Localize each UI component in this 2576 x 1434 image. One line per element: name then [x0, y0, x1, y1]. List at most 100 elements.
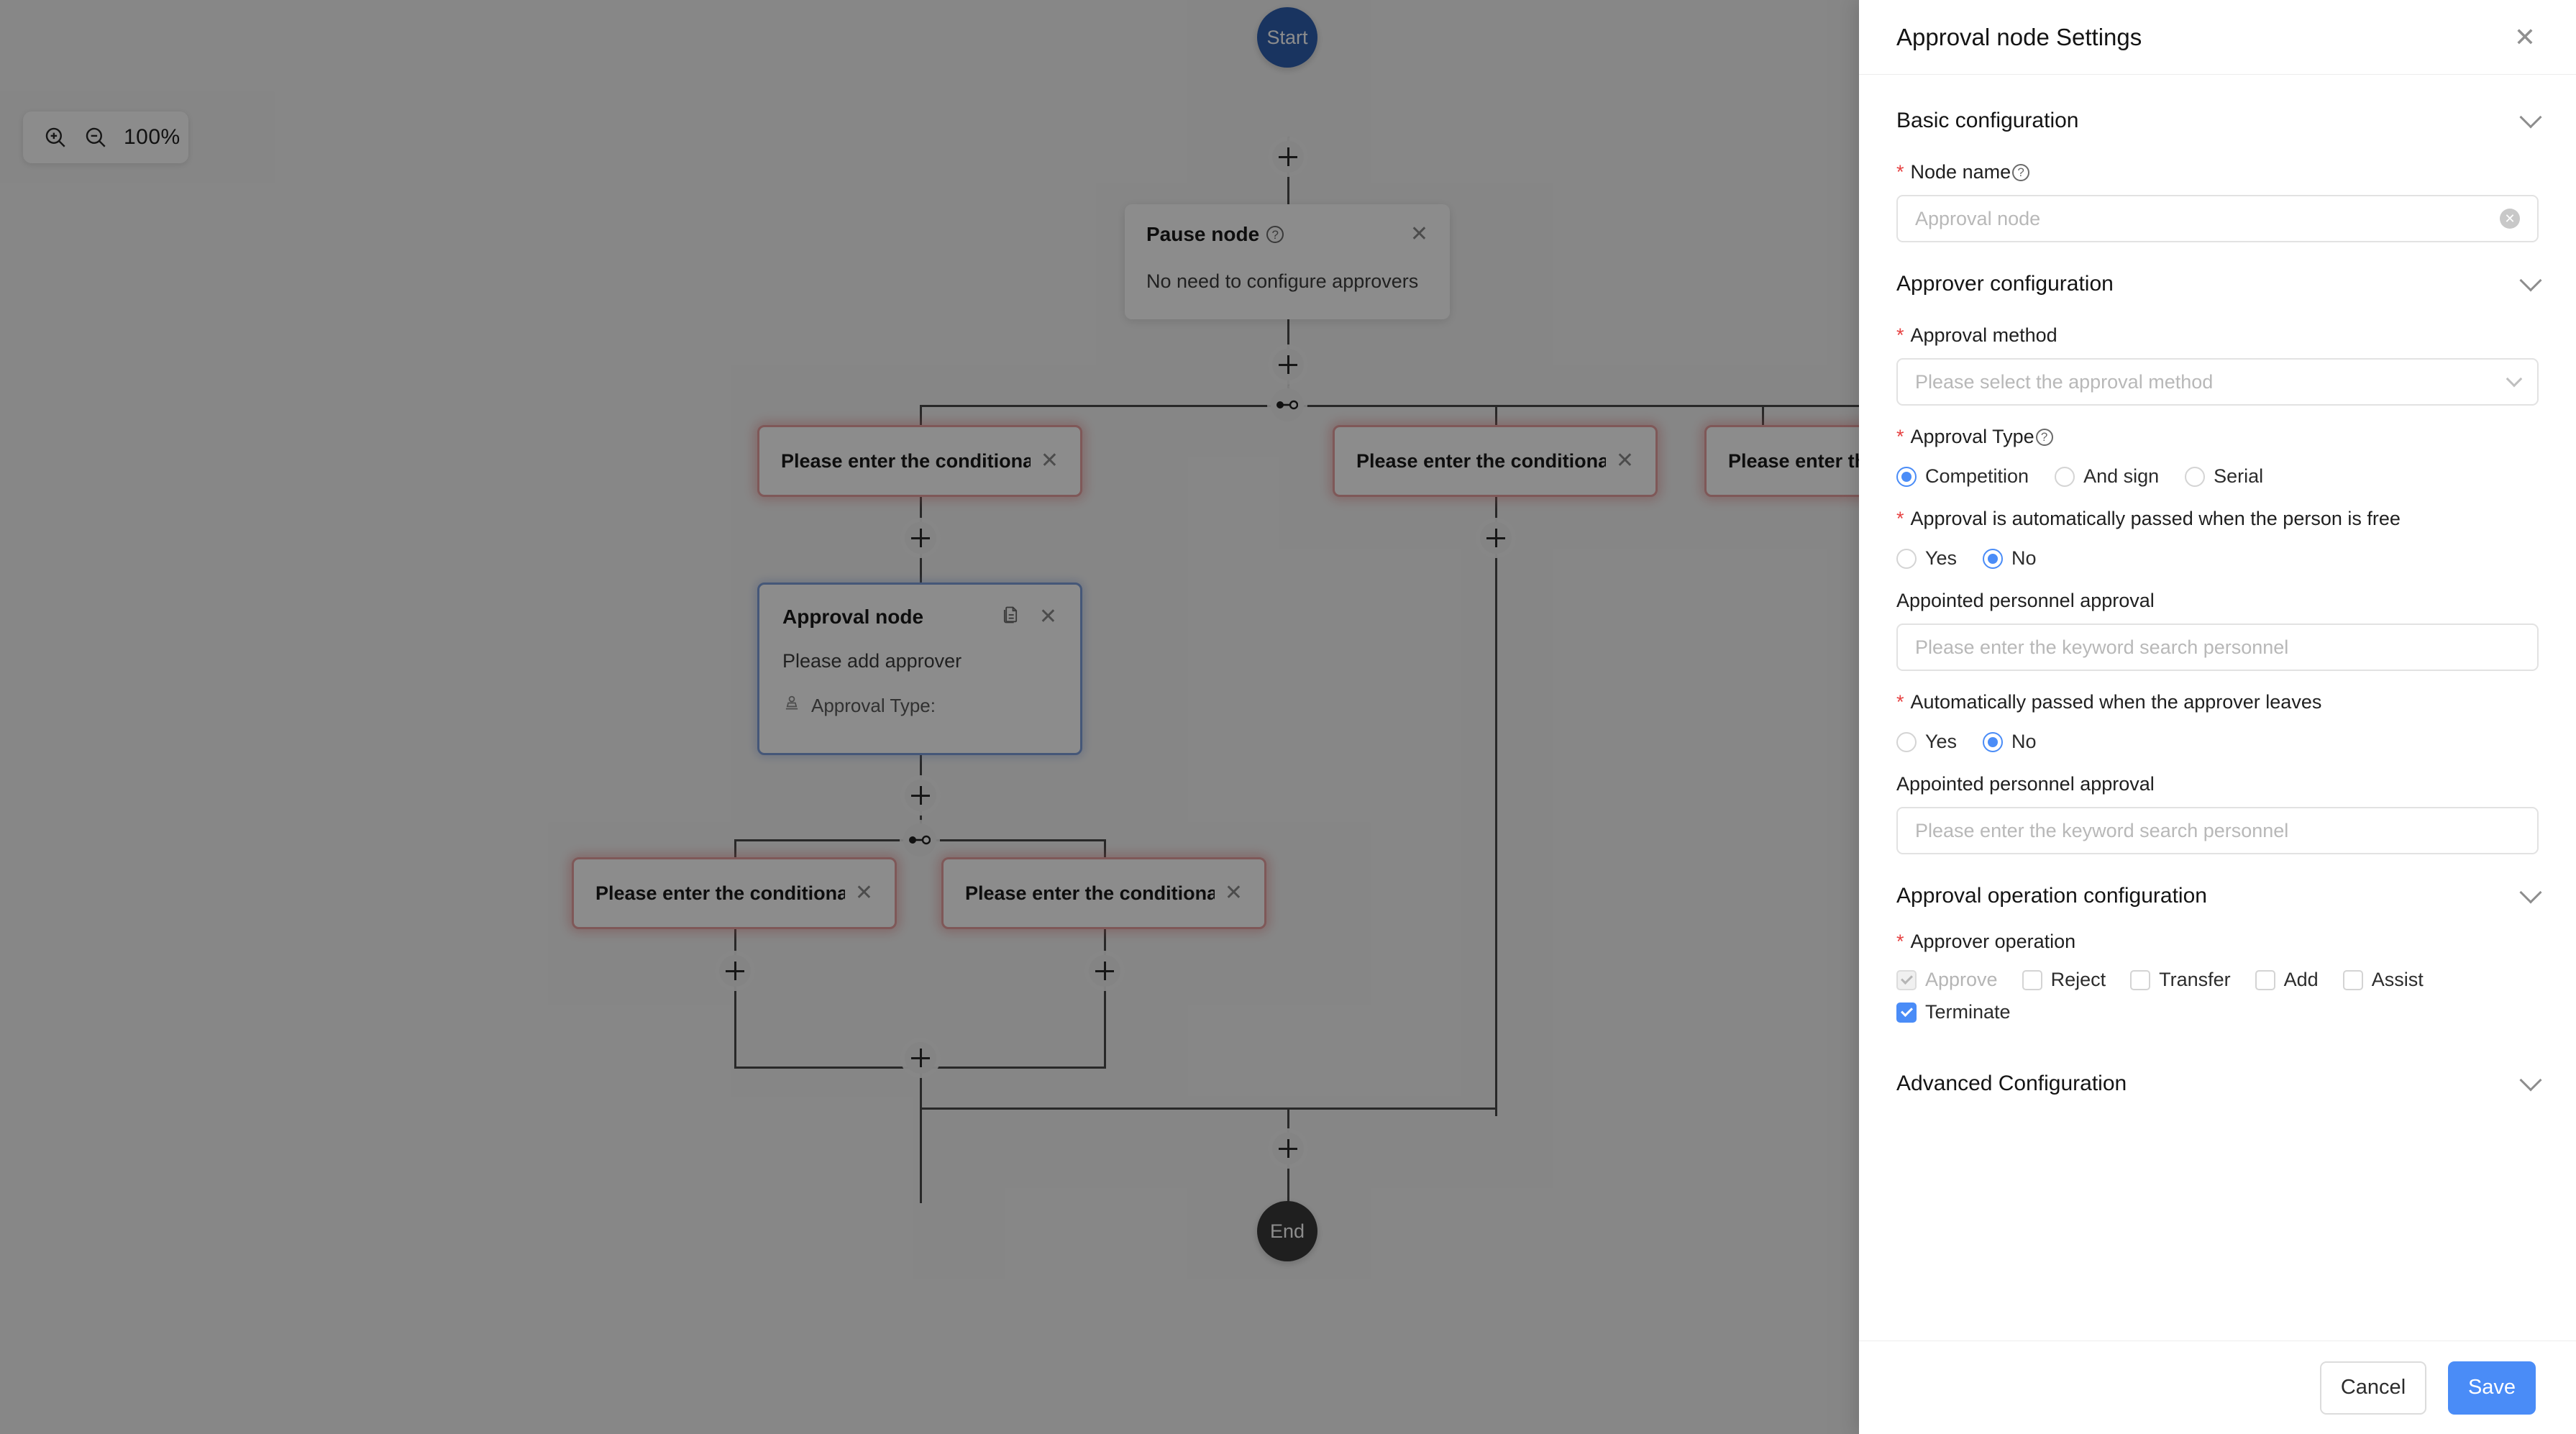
branch-connector-icon[interactable]: [1271, 388, 1304, 421]
checkbox-option-add[interactable]: Add: [2255, 969, 2319, 991]
auto-pass-free-radio-group[interactable]: Yes No: [1896, 547, 2539, 570]
add-node-button[interactable]: [905, 1042, 936, 1074]
panel-header: Approval node Settings ✕: [1859, 0, 2576, 75]
clear-icon[interactable]: ✕: [2500, 209, 2520, 229]
conditional-node-card[interactable]: Please enter the conditional ... ✕: [757, 425, 1082, 497]
zoom-control[interactable]: 100%: [23, 111, 188, 163]
chevron-down-icon[interactable]: [2519, 1069, 2542, 1092]
conditional-node-card[interactable]: Please enter the conditional ... ✕: [1333, 425, 1658, 497]
radio-indicator[interactable]: [2055, 466, 2075, 487]
radio-indicator[interactable]: [1983, 731, 2004, 752]
close-icon[interactable]: ✕: [1039, 606, 1057, 628]
required-marker: *: [1896, 324, 1904, 346]
approval-node-card[interactable]: Approval node ✕ Please add approver Appr…: [757, 583, 1082, 755]
close-icon[interactable]: ✕: [1225, 882, 1243, 904]
radio-indicator[interactable]: [1983, 548, 2004, 569]
approval-type-radio-group[interactable]: Competition And sign Serial: [1896, 465, 2539, 488]
radio-indicator[interactable]: [1896, 548, 1917, 569]
copy-icon[interactable]: [1000, 605, 1020, 629]
checkbox-option-assist[interactable]: Assist: [2342, 969, 2424, 991]
radio-label: Yes: [1925, 731, 1958, 752]
checkbox-label: Add: [2283, 969, 2319, 990]
approval-node-type-label: Approval Type:: [811, 695, 936, 716]
add-node-button[interactable]: [905, 780, 936, 811]
question-mark-icon[interactable]: ?: [1266, 226, 1284, 243]
add-node-button[interactable]: [1272, 349, 1304, 380]
section-title: Approval operation configuration: [1896, 884, 2207, 908]
close-icon[interactable]: ✕: [855, 882, 873, 904]
add-node-button[interactable]: [1272, 1133, 1304, 1164]
section-title: Approver configuration: [1896, 272, 2114, 296]
approver-operation-checkbox-group[interactable]: Approve Reject Transfer Add Assist Termi…: [1896, 969, 2539, 1033]
radio-indicator[interactable]: [1896, 731, 1917, 752]
end-node[interactable]: End: [1257, 1201, 1317, 1261]
approval-method-label: * Approval method: [1896, 324, 2539, 347]
save-button[interactable]: Save: [2448, 1361, 2536, 1415]
radio-option-yes[interactable]: Yes: [1896, 547, 1957, 570]
radio-option-competition[interactable]: Competition: [1896, 465, 2029, 488]
checkbox-option-terminate[interactable]: Terminate: [1896, 1001, 2514, 1023]
question-mark-icon[interactable]: ?: [2035, 428, 2053, 446]
chevron-down-icon[interactable]: [2519, 269, 2542, 292]
checkbox-indicator[interactable]: [2255, 969, 2275, 990]
chevron-down-icon[interactable]: [2519, 881, 2542, 904]
zoom-in-icon[interactable]: [43, 125, 68, 150]
close-icon[interactable]: ✕: [2514, 24, 2536, 50]
close-icon[interactable]: ✕: [1616, 450, 1634, 472]
checkbox-indicator[interactable]: [2342, 969, 2363, 990]
field-label-text: Approval Type: [1910, 426, 2034, 447]
radio-indicator[interactable]: [2185, 466, 2206, 487]
cancel-button[interactable]: Cancel: [2320, 1361, 2426, 1415]
radio-option-and-sign[interactable]: And sign: [2055, 465, 2159, 488]
auto-pass-leave-radio-group[interactable]: Yes No: [1896, 731, 2539, 753]
checkbox-indicator[interactable]: [1896, 1002, 1917, 1023]
add-node-button[interactable]: [1089, 955, 1120, 987]
appointed-personnel-input-1[interactable]: Please enter the keyword search personne…: [1896, 624, 2539, 671]
checkbox-indicator[interactable]: [2022, 969, 2042, 990]
chevron-down-icon[interactable]: [2506, 370, 2523, 388]
approval-node-settings-panel[interactable]: Approval node Settings ✕ Basic configura…: [1859, 0, 2576, 1434]
required-marker: *: [1896, 931, 1904, 952]
radio-indicator[interactable]: [1896, 466, 1917, 487]
required-marker: *: [1896, 161, 1904, 183]
radio-option-no[interactable]: No: [1983, 731, 2037, 753]
required-marker: *: [1896, 691, 1904, 713]
chevron-down-icon[interactable]: [2519, 106, 2542, 129]
radio-option-serial[interactable]: Serial: [2185, 465, 2263, 488]
workflow-canvas[interactable]: 100% Start Pause node ? ✕ No need to con…: [0, 0, 1859, 1434]
conditional-node-card[interactable]: Please enter the conditional ... ✕: [572, 857, 897, 929]
appointed-personnel-input-2[interactable]: Please enter the keyword search personne…: [1896, 807, 2539, 854]
conditional-node-card[interactable]: Please enter the ... ✕: [1704, 425, 1859, 497]
add-node-button[interactable]: [1480, 522, 1512, 554]
checkbox-label: Approve: [1925, 969, 1998, 990]
add-node-button[interactable]: [719, 955, 751, 987]
approval-method-select[interactable]: Please select the approval method: [1896, 358, 2539, 406]
section-approval-operation-configuration[interactable]: Approval operation configuration: [1896, 876, 2542, 916]
checkbox-indicator[interactable]: [2130, 969, 2151, 990]
radio-label: No: [2011, 731, 2037, 752]
checkbox-option-approve: Approve: [1896, 969, 1998, 991]
checkbox-option-reject[interactable]: Reject: [2022, 969, 2106, 991]
section-advanced-configuration[interactable]: Advanced Configuration: [1896, 1064, 2542, 1104]
section-approver-configuration[interactable]: Approver configuration: [1896, 264, 2542, 304]
add-node-button[interactable]: [1272, 141, 1304, 173]
add-node-button[interactable]: [905, 522, 936, 554]
pause-node-card[interactable]: Pause node ? ✕ No need to configure appr…: [1125, 204, 1450, 319]
checkbox-option-transfer[interactable]: Transfer: [2130, 969, 2231, 991]
section-title: Advanced Configuration: [1896, 1072, 2127, 1095]
radio-label: Competition: [1925, 465, 2029, 487]
radio-option-yes[interactable]: Yes: [1896, 731, 1957, 753]
radio-option-no[interactable]: No: [1983, 547, 2037, 570]
section-basic-configuration[interactable]: Basic configuration: [1896, 101, 2542, 141]
node-name-value: Approval node: [1915, 207, 2041, 229]
start-node[interactable]: Start: [1257, 7, 1317, 68]
conditional-node-card[interactable]: Please enter the conditional ... ✕: [941, 857, 1266, 929]
end-node-label: End: [1269, 1220, 1305, 1242]
start-node-label: Start: [1266, 26, 1308, 48]
zoom-out-icon[interactable]: [83, 125, 108, 150]
branch-connector-icon[interactable]: [903, 823, 936, 857]
node-name-input[interactable]: Approval node ✕: [1896, 195, 2539, 242]
question-mark-icon[interactable]: ?: [2012, 163, 2030, 181]
close-icon[interactable]: ✕: [1041, 450, 1059, 472]
close-icon[interactable]: ✕: [1410, 224, 1428, 245]
